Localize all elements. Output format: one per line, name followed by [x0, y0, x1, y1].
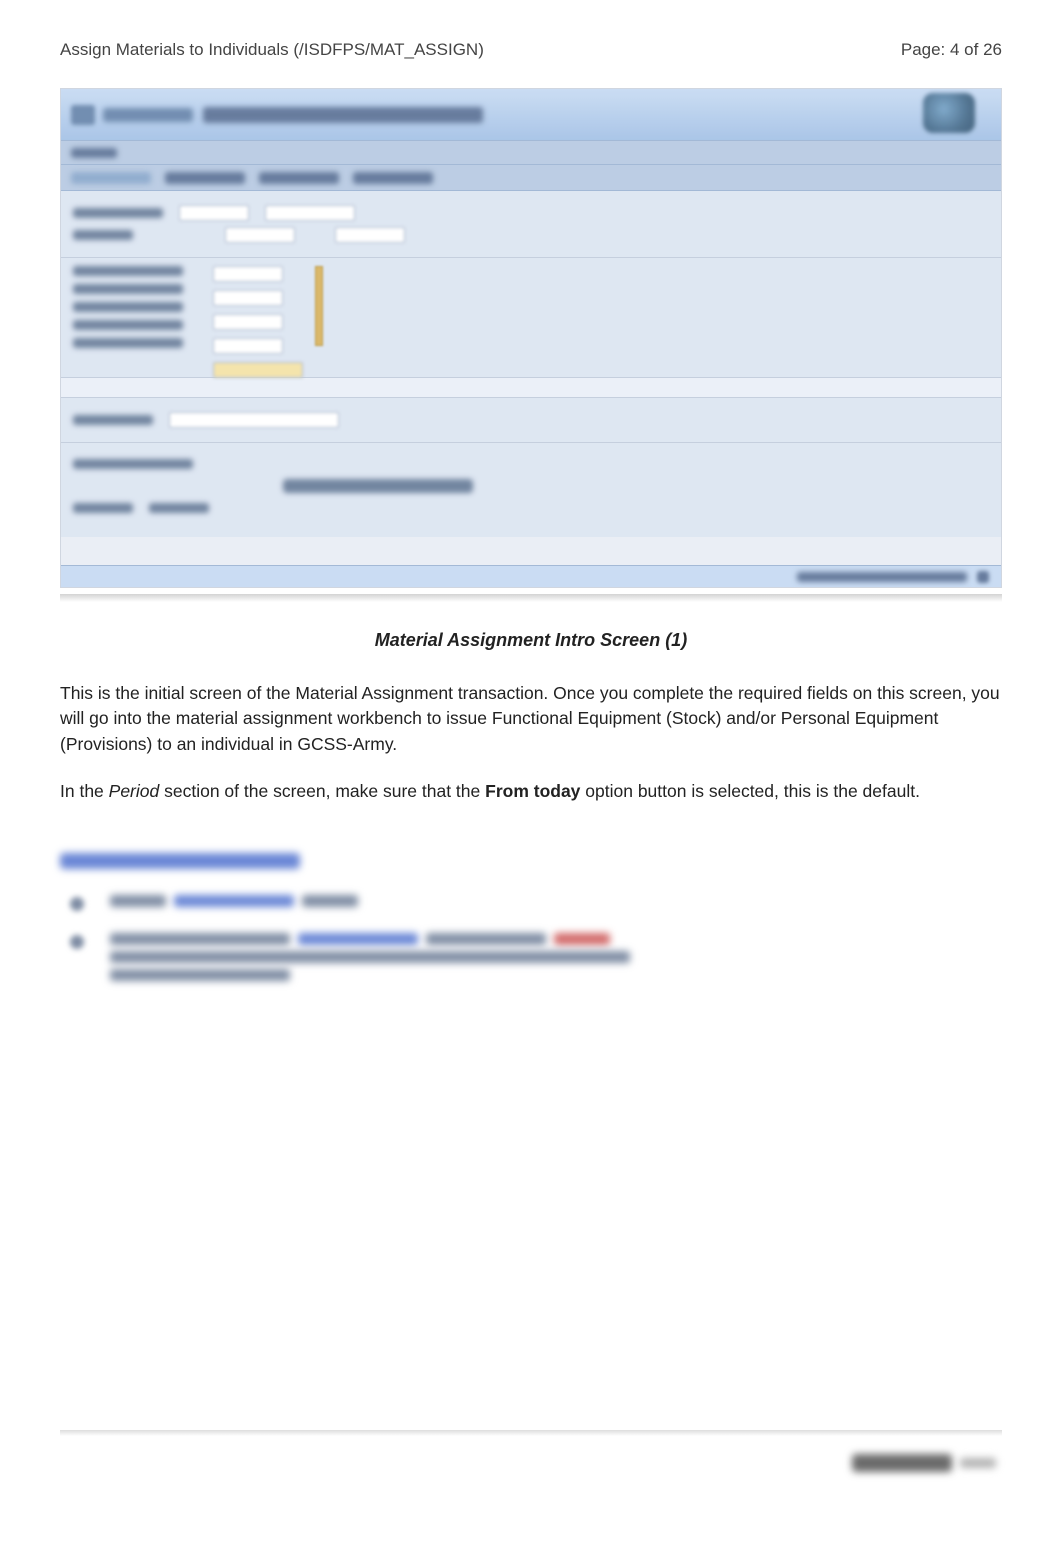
- scroll-indicator-icon: [315, 266, 323, 346]
- period-paragraph: In the Period section of the screen, mak…: [60, 779, 1002, 804]
- period-label: [73, 208, 163, 218]
- figure-caption: Material Assignment Intro Screen (1): [60, 630, 1002, 651]
- toolbar-button[interactable]: [103, 108, 193, 122]
- step-number-icon: [70, 935, 84, 949]
- footer-divider: [60, 1430, 1002, 1436]
- selection-panel: [61, 258, 1001, 378]
- tab-layout[interactable]: [353, 172, 433, 184]
- tabbar: [61, 165, 1001, 191]
- sel-input-5[interactable]: [213, 362, 303, 378]
- steps-heading: [60, 853, 300, 869]
- description-panel: [61, 398, 1001, 443]
- from-today-radio[interactable]: [265, 205, 355, 221]
- period-field[interactable]: [179, 205, 249, 221]
- tab-display[interactable]: [165, 172, 245, 184]
- step-2: [70, 933, 1002, 981]
- footer-brand: [852, 1450, 1002, 1476]
- org-structure-value: [283, 479, 473, 493]
- status-bar: [61, 565, 1001, 587]
- page-number: Page: 4 of 26: [901, 40, 1002, 60]
- app-screenshot: [60, 88, 1002, 588]
- emphasis-text: [554, 933, 610, 945]
- menu-icon[interactable]: [71, 105, 95, 125]
- gcss-logo-icon: [923, 93, 975, 133]
- subheader: [61, 141, 1001, 165]
- date-to-input[interactable]: [335, 227, 405, 243]
- status-icon: [977, 571, 989, 583]
- description-label: [73, 415, 153, 425]
- link-text[interactable]: [174, 895, 294, 907]
- doc-title: Assign Materials to Individuals (/ISDFPS…: [60, 40, 484, 60]
- tab-selection[interactable]: [71, 172, 151, 184]
- tab-output[interactable]: [259, 172, 339, 184]
- sel-input-2[interactable]: [213, 290, 283, 306]
- app-toolbar: [61, 89, 1001, 141]
- sel-input-4[interactable]: [213, 338, 283, 354]
- steps-list: [60, 895, 1002, 981]
- description-input[interactable]: [169, 412, 339, 428]
- status-text: [797, 572, 967, 582]
- step-number-icon: [70, 897, 84, 911]
- window-title: [203, 107, 483, 123]
- sel-input-1[interactable]: [213, 266, 283, 282]
- link-text[interactable]: [298, 933, 418, 945]
- period-panel: [61, 191, 1001, 258]
- date-from-input[interactable]: [225, 227, 295, 243]
- intro-paragraph: This is the initial screen of the Materi…: [60, 681, 1002, 757]
- org-structure-panel: [61, 443, 1001, 537]
- step-1: [70, 895, 1002, 911]
- sel-input-3[interactable]: [213, 314, 283, 330]
- org-structure-label: [73, 459, 193, 469]
